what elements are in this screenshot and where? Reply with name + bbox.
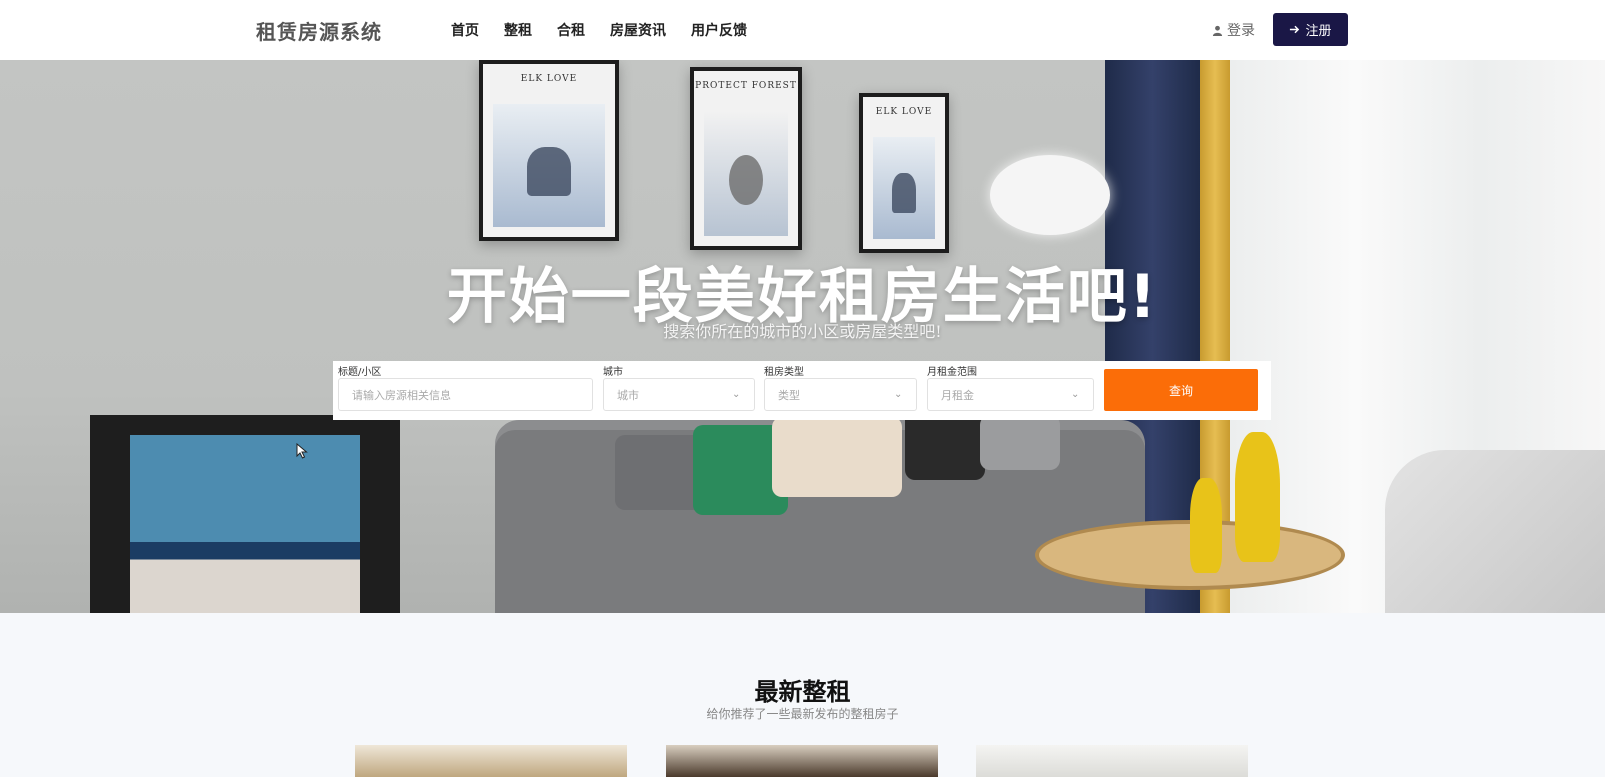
arrow-right-icon <box>1290 25 1300 34</box>
rent-type-select-value: 类型 <box>778 388 800 402</box>
wall-painting: ELK LOVE <box>859 93 949 253</box>
nav-user-feedback[interactable]: 用户反馈 <box>691 20 747 40</box>
listing-card-image <box>666 745 938 777</box>
listing-card-image <box>976 745 1248 777</box>
top-header: 租赁房源系统 首页 整租 合租 房屋资讯 用户反馈 登录 注册 <box>0 0 1605 60</box>
rent-type-select[interactable]: 类型 ⌄ <box>764 378 917 411</box>
chevron-down-icon: ⌄ <box>732 389 741 400</box>
nav-shared-rent[interactable]: 合租 <box>557 20 585 40</box>
nav-housing-news[interactable]: 房屋资讯 <box>610 20 666 40</box>
user-icon <box>1212 25 1223 36</box>
hero-subtitle: 搜索你所在的城市的小区或房屋类型吧! <box>663 322 942 341</box>
search-bar: 标题/小区 请输入房源相关信息 城市 城市 ⌄ 租房类型 类型 ⌄ 月租金范围 … <box>333 361 1271 420</box>
login-label: 登录 <box>1227 23 1255 39</box>
armchair <box>1385 450 1605 613</box>
register-button[interactable]: 注册 <box>1273 13 1348 46</box>
login-link[interactable]: 登录 <box>1212 20 1255 40</box>
mouse-cursor-icon <box>296 443 308 459</box>
pillow <box>772 417 902 497</box>
type-field-label: 租房类型 <box>764 367 804 378</box>
vase <box>1235 432 1280 562</box>
pillow <box>615 435 705 510</box>
painting-label: PROTECT FOREST <box>695 81 797 91</box>
title-search-input[interactable]: 请输入房源相关信息 <box>338 378 593 411</box>
site-logo-text[interactable]: 租赁房源系统 <box>256 16 382 45</box>
listing-card-image <box>355 745 627 777</box>
floor-lamp <box>990 155 1110 235</box>
city-select-value: 城市 <box>617 388 639 402</box>
latest-section-subtitle: 给你推荐了一些最新发布的整租房子 <box>706 707 899 721</box>
register-label: 注册 <box>1305 24 1332 39</box>
wall-painting: ELK LOVE <box>479 60 619 241</box>
pillow <box>905 410 985 480</box>
listing-card[interactable] <box>355 745 627 777</box>
painting-label: ELK LOVE <box>875 107 933 117</box>
pillow <box>980 415 1060 470</box>
latest-section-title: 最新整租 <box>754 678 851 706</box>
rent-range-field-label: 月租金范围 <box>927 367 977 378</box>
rent-range-select[interactable]: 月租金 ⌄ <box>927 378 1094 411</box>
city-field-label: 城市 <box>603 367 623 378</box>
wall-painting: PROTECT FOREST <box>690 67 802 250</box>
city-select[interactable]: 城市 ⌄ <box>603 378 755 411</box>
listing-card[interactable] <box>666 745 938 777</box>
chevron-down-icon: ⌄ <box>894 389 903 400</box>
rent-range-select-value: 月租金 <box>941 388 974 402</box>
floor-painting <box>90 415 400 613</box>
main-nav: 首页 整租 合租 房屋资讯 用户反馈 <box>451 20 772 40</box>
nav-whole-rent[interactable]: 整租 <box>504 20 532 40</box>
chevron-down-icon: ⌄ <box>1071 389 1080 400</box>
listing-card[interactable] <box>976 745 1248 777</box>
title-search-placeholder: 请输入房源相关信息 <box>352 388 451 402</box>
nav-home[interactable]: 首页 <box>451 20 479 40</box>
painting-label: ELK LOVE <box>520 74 578 84</box>
vase <box>1190 478 1222 573</box>
hero-banner: ELK LOVE PROTECT FOREST ELK LOVE 开始一段美好租… <box>0 60 1605 613</box>
title-field-label: 标题/小区 <box>338 367 382 378</box>
query-button[interactable]: 查询 <box>1104 369 1258 411</box>
